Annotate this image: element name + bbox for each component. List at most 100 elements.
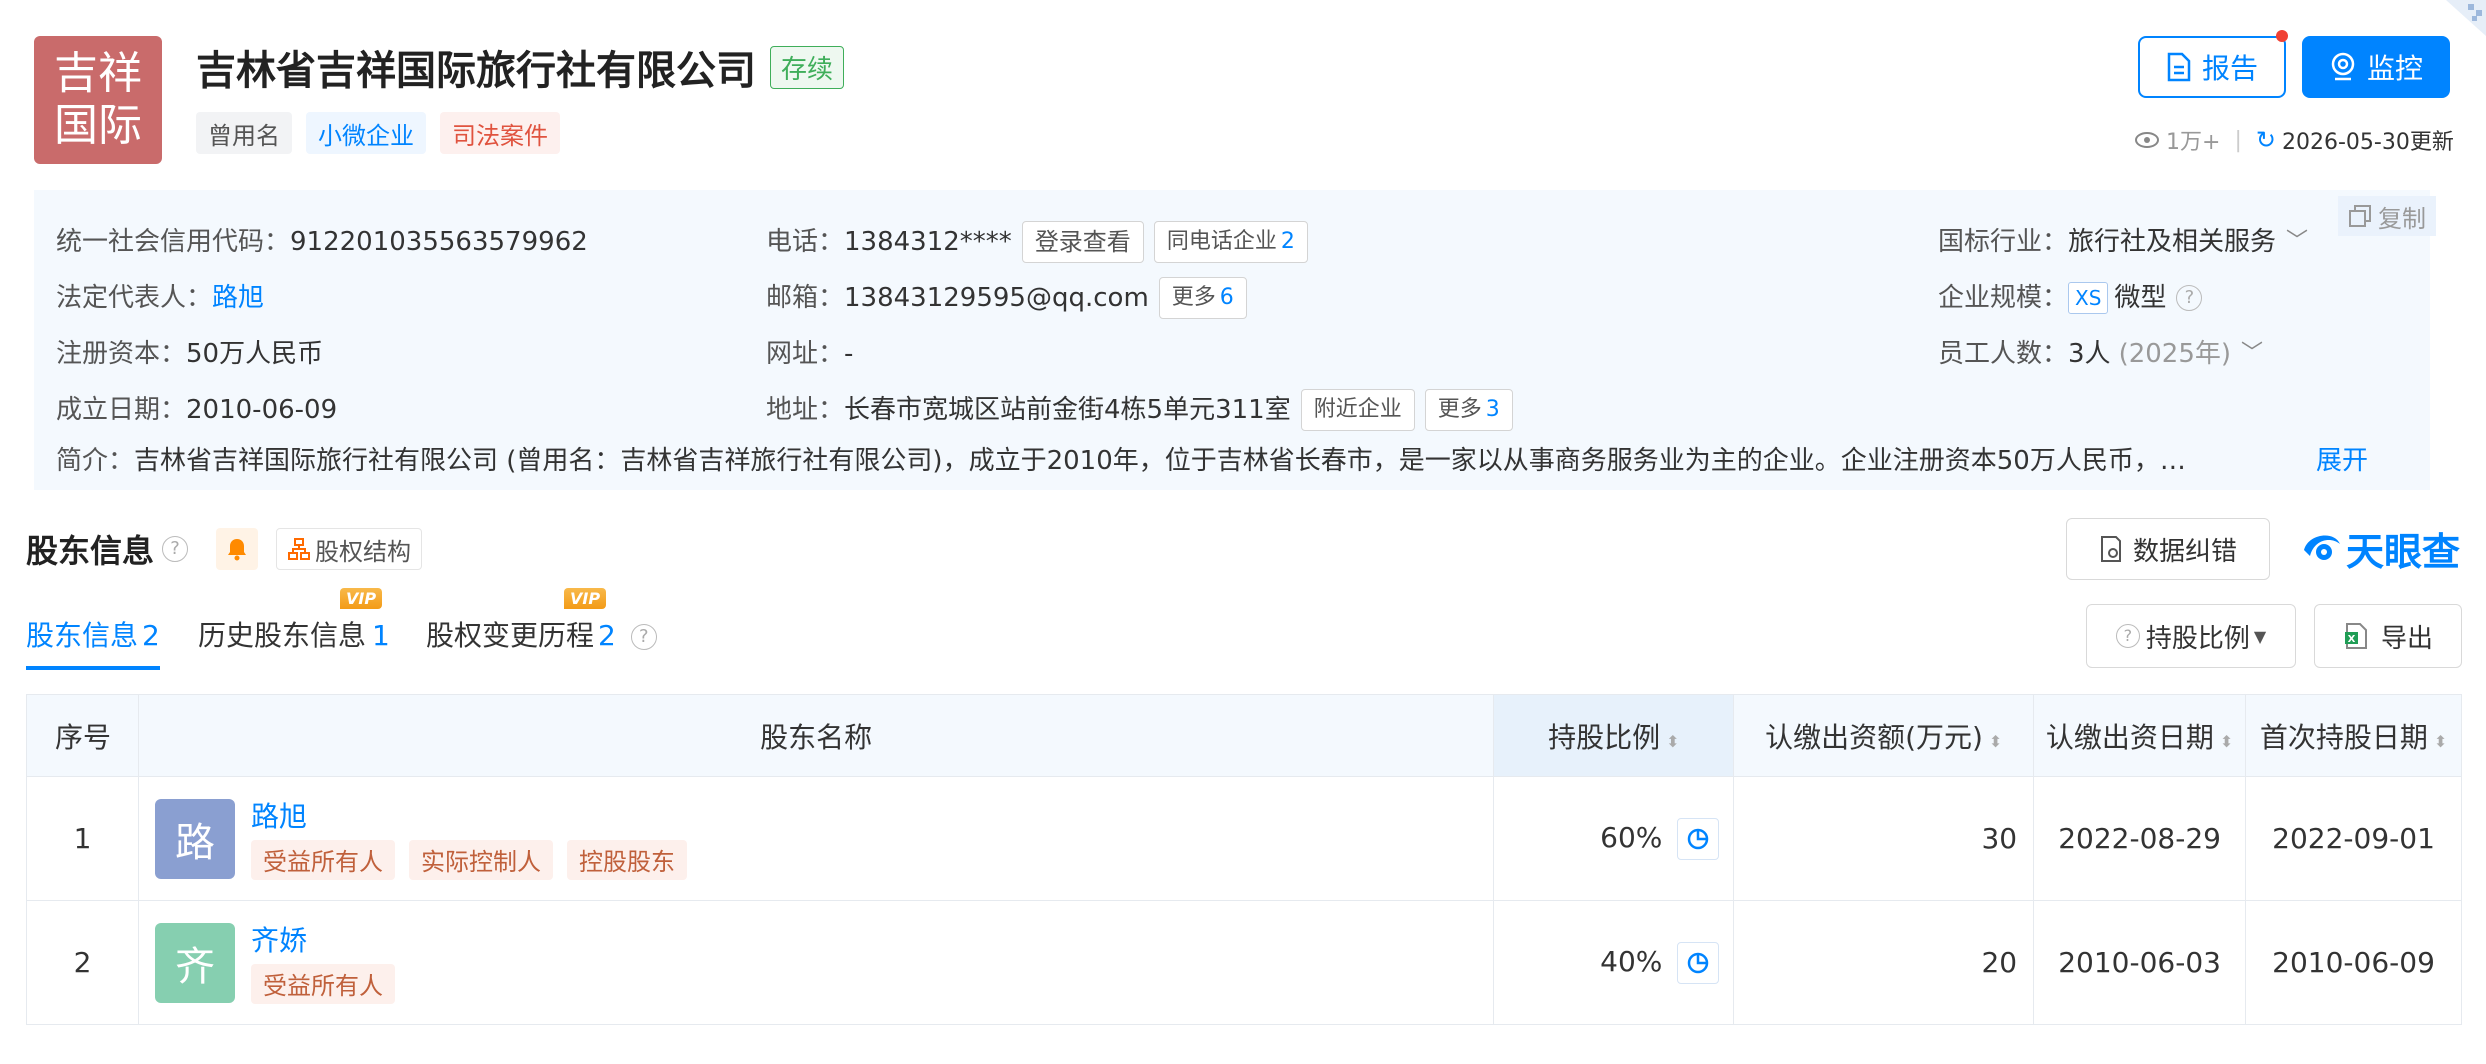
eye-icon [2135,132,2159,148]
email-more-count: 6 [1219,285,1234,310]
sort-icon: ⬍ [1988,731,2003,751]
tag-beneficial-owner: 受益所有人 [250,963,395,1004]
legal-rep-link[interactable]: 路旭 [212,270,264,326]
shareholder-name-link[interactable]: 路旭 [251,798,687,836]
website-label: 网址： [766,339,845,369]
shareholder-table: 序号 股东名称 持股比例 ⬍ 认缴出资额(万元) ⬍ 认缴出资日期 ⬍ 首次持股日期 ⬍… [26,694,2462,1025]
col-first-date[interactable]: 首次持股日期 ⬍ [2245,694,2462,777]
staff-label: 员工人数： [1938,339,2069,369]
refresh-icon[interactable]: ↻ [2256,126,2276,154]
copy-button[interactable]: 复制 [2338,196,2436,236]
tab-label: 股权变更历程 [426,619,595,652]
col-label: 持股比例 [1548,720,1661,754]
email-more-button[interactable]: 更多 6 [1158,277,1247,319]
logo-line-2: 国际 [54,100,142,151]
tag-small-business[interactable]: 小微企业 [306,112,426,154]
phone-label: 电话： [766,227,845,257]
tag-former-name[interactable]: 曾用名 [196,112,292,154]
expand-link[interactable]: 展开 [2316,440,2368,477]
qr-corner-icon[interactable] [2446,0,2486,36]
export-button[interactable]: X 导出 [2314,604,2462,668]
pie-chart-icon[interactable] [1677,941,1720,984]
table-row: 1 路 路旭 受益所有人 实际控制人 控股股东 60% 30 2022-08-2… [26,776,2462,901]
address-label: 地址： [766,395,845,425]
address-more-button[interactable]: 更多 3 [1424,389,1513,431]
intro-label: 简介： [56,445,135,476]
excel-icon: X [2344,623,2367,649]
tianyancha-logo: 天眼查 [2300,522,2460,574]
copy-icon [2349,205,2371,227]
tab-label: 股东信息 [26,619,139,652]
col-label: 股东名称 [760,720,873,754]
sort-icon: ⬍ [2219,731,2234,751]
tab-shareholders[interactable]: 股东信息 2 [26,614,160,670]
row-index: 1 [26,776,139,901]
report-label: 报告 [2201,52,2258,85]
data-fix-label: 数据纠错 [2132,536,2237,567]
report-button[interactable]: 报告 [2138,36,2286,98]
scale-value: 微型 [2114,283,2167,313]
col-sub-date[interactable]: 认缴出资日期 ⬍ [2033,694,2247,777]
avatar: 路 [154,798,235,879]
industry-label: 国标行业： [1938,227,2069,257]
update-date: 2026-05-30更新 [2281,130,2454,155]
tag-controlling-shareholder: 控股股东 [566,839,687,880]
tab-equity-change[interactable]: VIP 股权变更历程 2 ? [426,588,657,670]
col-amount[interactable]: 认缴出资额(万元) ⬍ [1733,694,2035,777]
shareholder-name-link[interactable]: 齐娇 [251,922,395,960]
bell-icon[interactable] [216,528,259,570]
more-label: 更多 [1437,397,1482,422]
ratio-value: 40% [1600,944,1663,978]
ratio-filter-label: 持股比例 [2145,623,2250,654]
login-view-button[interactable]: 登录查看 [1021,221,1144,263]
address-value: 长春市宽城区站前金街4栋5单元311室 [844,395,1291,425]
eye-logo-icon [2304,535,2340,560]
col-label: 认缴出资日期 [2045,720,2214,754]
tab-label: 历史股东信息 [198,619,367,652]
pie-chart-icon[interactable] [1677,817,1720,860]
chevron-down-icon[interactable]: ﹀ [2241,326,2263,382]
chevron-down-icon[interactable]: ﹀ [2286,214,2308,270]
nearby-button[interactable]: 附近企业 [1300,389,1415,431]
svg-text:X: X [2348,634,2356,645]
col-label: 认缴出资额(万元) [1765,720,1983,754]
registered-capital: 50万人民币 [186,339,324,369]
address-more-count: 3 [1485,397,1500,422]
status-badge: 存续 [770,45,845,89]
staff-year: (2025年) [2118,339,2232,369]
monitor-button[interactable]: 监控 [2302,36,2450,98]
founded-date: 2010-06-09 [186,395,338,425]
help-icon[interactable]: ? [630,624,657,650]
col-ratio[interactable]: 持股比例 ⬍ [1493,694,1735,777]
section-title: 股东信息 [26,532,155,570]
same-phone-button[interactable]: 同电话企业 2 [1153,221,1308,263]
caret-down-icon: ▼ [2253,626,2267,646]
founded-label: 成立日期： [56,395,187,425]
notification-dot [2276,30,2288,42]
monitor-label: 监控 [2366,52,2423,85]
data-fix-button[interactable]: 数据纠错 [2066,518,2270,580]
monitor-icon [2331,52,2355,81]
help-icon[interactable]: ? [2176,285,2203,311]
amount-value: 20 [1733,900,2035,1025]
amount-value: 30 [1733,776,2035,901]
feedback-icon [2100,536,2121,562]
sort-icon: ⬍ [1666,731,1680,751]
tab-history-shareholders[interactable]: VIP 历史股东信息 1 [198,588,390,670]
help-icon[interactable]: ? [162,536,189,562]
sub-date-value: 2022-08-29 [2033,776,2247,901]
ratio-filter-dropdown[interactable]: ? 持股比例 ▼ [2086,604,2296,668]
col-label: 序号 [55,720,112,754]
tab-count: 2 [598,619,616,652]
copy-label: 复制 [2378,204,2426,233]
tab-count: 1 [372,619,390,652]
tag-judicial-cases[interactable]: 司法案件 [440,112,560,154]
legal-rep-label: 法定代表人： [56,283,213,313]
equity-structure-button[interactable]: 股权结构 [276,528,423,570]
credit-code-label: 统一社会信用代码： [56,227,291,257]
export-label: 导出 [2380,623,2433,654]
logo-line-1: 吉祥 [54,48,142,99]
row-index: 2 [26,900,139,1025]
tab-count: 2 [142,619,160,652]
sub-date-value: 2010-06-03 [2033,900,2247,1025]
